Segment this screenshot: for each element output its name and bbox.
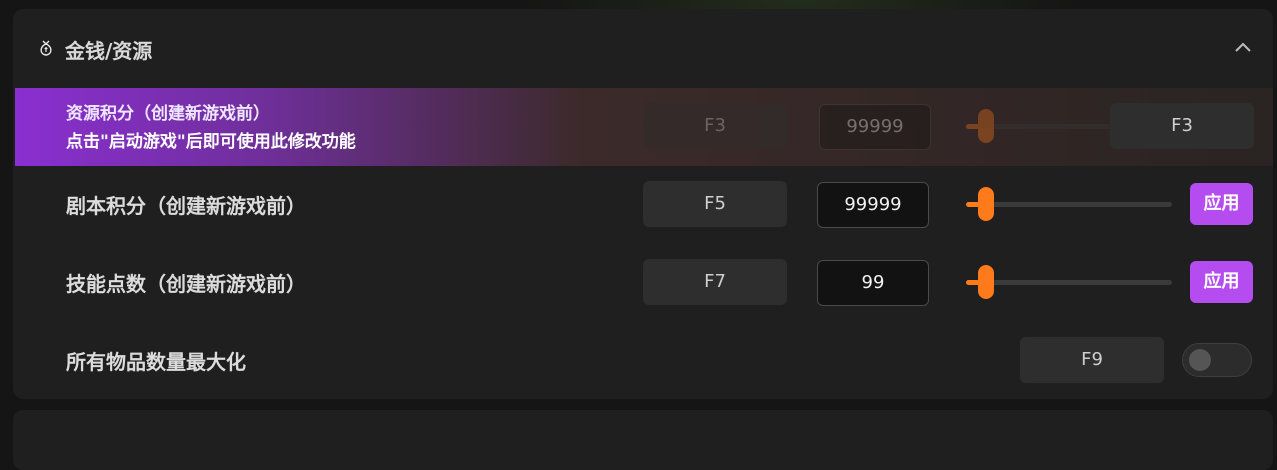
slider-thumb <box>978 109 994 143</box>
resource-points-row: 资源积分（创建新游戏前） 点击"启动游戏"后即可使用此修改功能 F3 99999… <box>15 88 1273 166</box>
max-items-hotkey[interactable]: F9 <box>1020 337 1164 383</box>
script-points-row: 剧本积分（创建新游戏前） F5 99999 应用 <box>15 166 1273 244</box>
resource-points-value: 99999 <box>819 104 931 150</box>
section-header[interactable]: 金钱/资源 <box>13 9 1273 85</box>
script-points-apply-button[interactable]: 应用 <box>1190 183 1253 225</box>
resource-points-label: 资源积分（创建新游戏前） <box>66 104 270 124</box>
skill-points-slider[interactable] <box>966 265 1172 299</box>
script-points-hotkey[interactable]: F5 <box>643 181 787 227</box>
toggle-knob <box>1189 349 1211 371</box>
next-section-panel <box>13 410 1273 470</box>
slider-thumb[interactable] <box>978 187 994 221</box>
max-items-toggle[interactable] <box>1182 343 1252 377</box>
resource-points-hotkey-dimmed: F3 <box>643 103 787 149</box>
max-items-label: 所有物品数量最大化 <box>66 350 246 374</box>
skill-points-input[interactable]: 99 <box>817 260 929 306</box>
max-items-row: 所有物品数量最大化 F9 <box>15 322 1273 399</box>
section-title: 金钱/资源 <box>65 39 153 63</box>
slider-thumb[interactable] <box>978 265 994 299</box>
script-points-label: 剧本积分（创建新游戏前） <box>66 194 306 218</box>
script-points-slider[interactable] <box>966 187 1172 221</box>
launch-game-notice: 点击"启动游戏"后即可使用此修改功能 <box>66 132 356 152</box>
chevron-up-icon[interactable] <box>1233 39 1253 55</box>
skill-points-label: 技能点数（创建新游戏前） <box>66 272 306 296</box>
skill-points-row: 技能点数（创建新游戏前） F7 99 应用 <box>15 244 1273 322</box>
resource-points-hotkey[interactable]: F3 <box>1110 103 1254 149</box>
script-points-input[interactable]: 99999 <box>817 182 929 228</box>
skill-points-hotkey[interactable]: F7 <box>643 259 787 305</box>
money-resources-panel: 金钱/资源 资源积分（创建新游戏前） 点击"启动游戏"后即可使用此修改功能 F3… <box>13 9 1273 399</box>
money-bag-icon <box>37 39 55 57</box>
skill-points-apply-button[interactable]: 应用 <box>1190 261 1253 303</box>
